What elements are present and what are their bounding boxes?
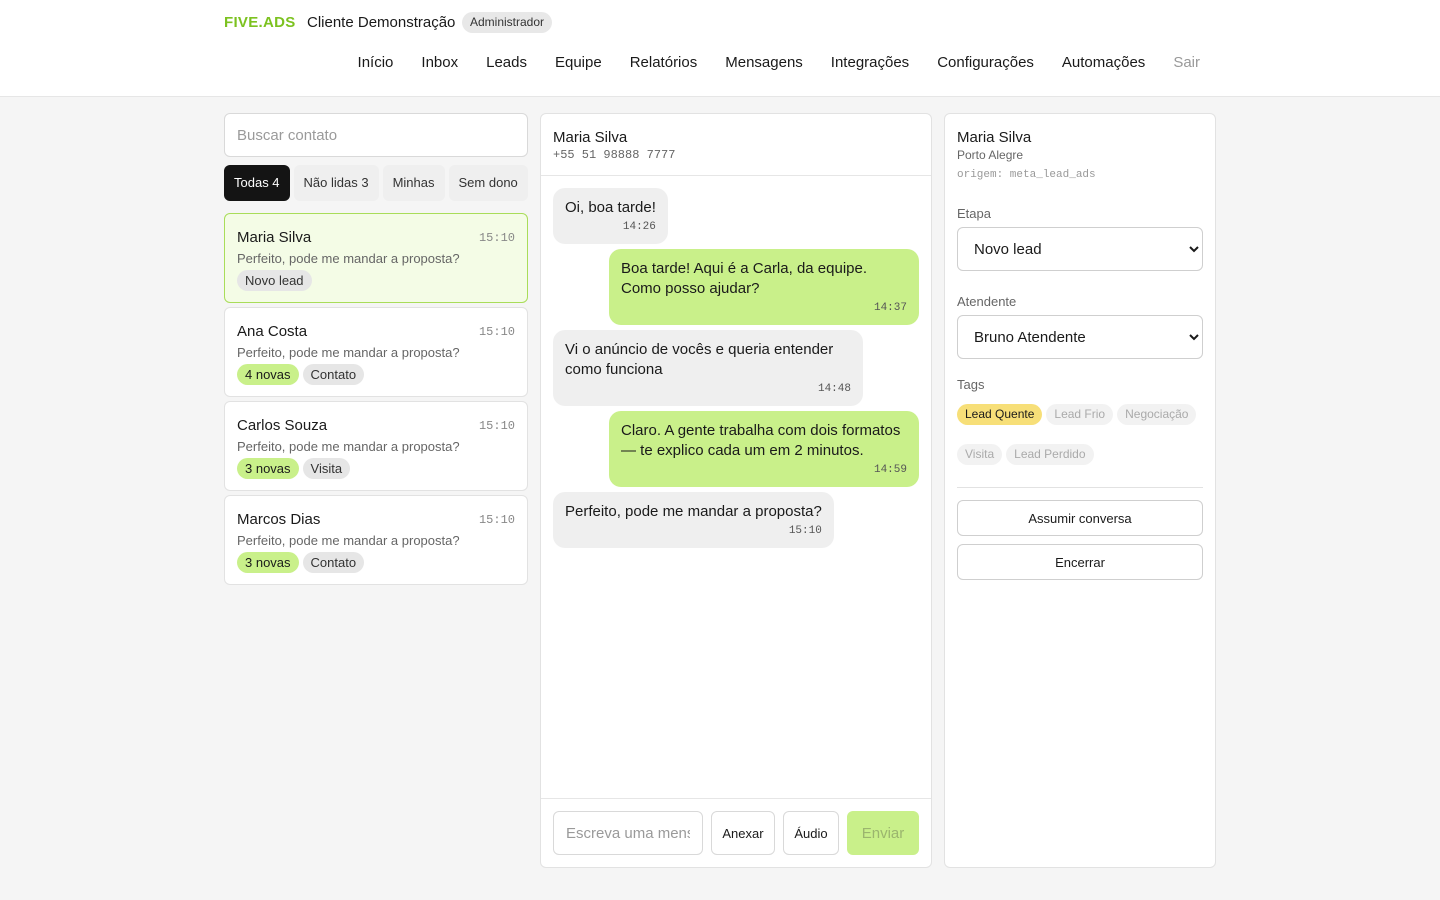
chat-header: Maria Silva +55 51 98888 7777: [541, 114, 931, 176]
top-header: FIVE.ADS Cliente Demonstração Administra…: [0, 0, 1440, 97]
contact-name: Maria Silva: [237, 229, 312, 246]
stage-chip: Novo lead: [237, 270, 312, 291]
filter-nao-lidas[interactable]: Não lidas 3: [293, 165, 379, 201]
message-time: 14:37: [873, 302, 907, 314]
message-text: Vi o anúncio de vocês e queria entender …: [565, 341, 834, 378]
chat-composer: Anexar Áudio Enviar: [541, 798, 931, 867]
unread-chip: 4 novas: [237, 364, 299, 385]
nav-inbox[interactable]: Inbox: [421, 54, 458, 71]
attach-button[interactable]: Anexar: [711, 811, 775, 855]
nav-inicio[interactable]: Início: [358, 54, 394, 71]
stage-chip: Contato: [302, 364, 365, 385]
contact-item[interactable]: Maria Silva 15:10 Perfeito, pode me mand…: [224, 213, 528, 303]
brand-logo[interactable]: FIVE.ADS: [224, 14, 296, 31]
contact-item[interactable]: Carlos Souza 15:10 Perfeito, pode me man…: [224, 401, 528, 491]
message-time: 14:59: [873, 464, 907, 476]
tag-lead-perdido[interactable]: Lead Perdido: [1006, 444, 1094, 465]
message-time: 14:48: [817, 383, 851, 395]
inbox-filters: Todas 4 Não lidas 3 Minhas Sem dono E: [224, 165, 528, 201]
filter-minhas[interactable]: Minhas: [382, 165, 445, 201]
contact-name: Carlos Souza: [237, 417, 328, 434]
assume-conversation-button[interactable]: Assumir conversa: [957, 500, 1203, 536]
contact-preview: Perfeito, pode me mandar a proposta?: [237, 439, 460, 454]
message-incoming: Perfeito, pode me mandar a proposta? 15:…: [553, 492, 834, 548]
contact-name: Ana Costa: [237, 323, 308, 340]
message-time: 14:26: [622, 221, 656, 233]
tag-negociacao[interactable]: Negociação: [1117, 404, 1197, 425]
contact-name: Marcos Dias: [237, 511, 321, 528]
nav-automacoes[interactable]: Automações: [1062, 54, 1145, 71]
tag-visita[interactable]: Visita: [957, 444, 1003, 465]
message-incoming: Vi o anúncio de vocês e queria entender …: [553, 330, 863, 406]
nav-relatorios[interactable]: Relatórios: [630, 54, 698, 71]
stage-chip: Contato: [302, 552, 365, 573]
tag-list: Lead Quente Lead Frio Negociação Visita …: [957, 404, 1203, 465]
client-name: Cliente Demonstração: [307, 14, 456, 31]
contact-preview: Perfeito, pode me mandar a proposta?: [237, 533, 460, 548]
message-text: Oi, boa tarde!: [565, 199, 656, 216]
message-text: Boa tarde! Aqui é a Carla, da equipe. Co…: [621, 260, 868, 297]
stage-label: Etapa: [957, 206, 991, 221]
message-time: 15:10: [788, 525, 822, 537]
nav-mensagens[interactable]: Mensagens: [725, 54, 803, 71]
contact-time: 15:10: [478, 231, 515, 245]
chat-contact-phone: +55 51 98888 7777: [553, 148, 676, 162]
send-button[interactable]: Enviar: [847, 811, 919, 855]
contact-preview: Perfeito, pode me mandar a proposta?: [237, 345, 460, 360]
nav-integracoes[interactable]: Integrações: [831, 54, 909, 71]
role-badge: Administrador: [462, 12, 553, 33]
message-input[interactable]: [553, 811, 703, 855]
stage-chip: Visita: [302, 458, 351, 479]
lead-detail-panel: Maria Silva Porto Alegre origem: meta_le…: [944, 113, 1216, 868]
nav-leads[interactable]: Leads: [486, 54, 527, 71]
stage-select[interactable]: Novo lead: [957, 227, 1203, 271]
lead-origin: origem: meta_lead_ads: [957, 169, 1096, 181]
nav-equipe[interactable]: Equipe: [555, 54, 602, 71]
divider: [957, 487, 1203, 488]
nav-configuracoes[interactable]: Configurações: [937, 54, 1034, 71]
agent-label: Atendente: [957, 294, 1017, 309]
agent-select[interactable]: Bruno Atendente: [957, 315, 1203, 359]
chat-panel: Maria Silva +55 51 98888 7777 Oi, boa ta…: [540, 113, 932, 868]
filter-sem-dono[interactable]: Sem dono: [448, 165, 528, 201]
lead-city: Porto Alegre: [957, 148, 1024, 162]
message-outgoing: Boa tarde! Aqui é a Carla, da equipe. Co…: [609, 249, 919, 325]
audio-button[interactable]: Áudio: [783, 811, 839, 855]
message-outgoing: Claro. A gente trabalha com dois formato…: [609, 411, 919, 487]
contact-time: 15:10: [478, 513, 515, 527]
main-nav: Início Inbox Leads Equipe Relatórios Men…: [358, 54, 1200, 71]
lead-name: Maria Silva: [957, 129, 1032, 146]
contact-search-input[interactable]: [224, 113, 528, 157]
tag-lead-frio[interactable]: Lead Frio: [1046, 404, 1114, 425]
chat-contact-name: Maria Silva: [553, 129, 628, 146]
message-text: Perfeito, pode me mandar a proposta?: [565, 503, 822, 520]
contact-item[interactable]: Marcos Dias 15:10 Perfeito, pode me mand…: [224, 495, 528, 585]
contact-time: 15:10: [478, 419, 515, 433]
message-incoming: Oi, boa tarde! 14:26: [553, 188, 668, 244]
contact-preview: Perfeito, pode me mandar a proposta?: [237, 251, 460, 266]
tag-lead-quente[interactable]: Lead Quente: [957, 404, 1043, 425]
contact-item[interactable]: Ana Costa 15:10 Perfeito, pode me mandar…: [224, 307, 528, 397]
unread-chip: 3 novas: [237, 552, 299, 573]
nav-sair[interactable]: Sair: [1173, 54, 1200, 71]
message-text: Claro. A gente trabalha com dois formato…: [621, 422, 901, 459]
filter-todas[interactable]: Todas 4: [224, 165, 290, 201]
close-conversation-button[interactable]: Encerrar: [957, 544, 1203, 580]
tags-label: Tags: [957, 377, 985, 392]
contact-time: 15:10: [478, 325, 515, 339]
unread-chip: 3 novas: [237, 458, 299, 479]
